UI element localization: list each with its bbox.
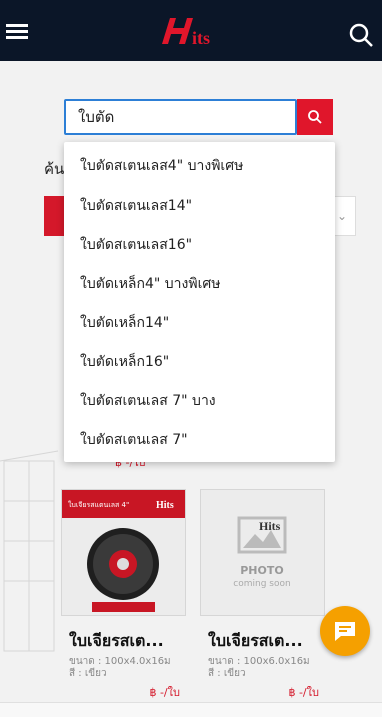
suggestion-item[interactable]: ใบตัดเหล็ก14" (80, 312, 169, 334)
search-icon[interactable] (348, 22, 374, 48)
product-image-label: ใบเจียรสแตนเลส 4" (68, 500, 129, 509)
chat-icon (335, 622, 355, 641)
placeholder-title: PHOTO (240, 564, 283, 577)
search-heading: ค้น (44, 160, 65, 178)
chevron-down-icon: ⌄ (336, 209, 347, 223)
suggestion-item[interactable]: ใบตัดสเตนเลส4" บางพิเศษ (80, 155, 243, 177)
autocomplete-dropdown: ใบตัดสเตนเลส4" บางพิเศษ ใบตัดสเตนเลส14" … (64, 142, 335, 462)
product-price: ฿ -/ใบ (288, 686, 319, 699)
product-image-brand: Hits (156, 500, 174, 511)
chat-button[interactable] (320, 606, 370, 656)
search-icon (308, 110, 322, 124)
product-name[interactable]: ใบเจียรสเต... (69, 629, 187, 654)
brand-logo[interactable]: its (160, 14, 226, 48)
suggestion-item[interactable]: ใบตัดสเตนเลส14" (80, 195, 192, 217)
search-box (64, 99, 297, 135)
product-color: สี : เขียว (208, 668, 246, 679)
product-color: สี : เขียว (69, 668, 107, 679)
top-bar: its (0, 0, 382, 61)
placeholder-subtitle: coming soon (233, 579, 290, 589)
product-card[interactable]: ใบเจียรสแตนเลส 4" Hits ใบเจียรสเต... ขนา… (61, 489, 186, 717)
suggestion-item[interactable]: ใบตัดสเตนเลส 7" (80, 429, 188, 451)
bottom-bar (0, 702, 382, 717)
hamburger-menu-icon[interactable] (6, 24, 28, 40)
suggestion-item[interactable]: ใบตัดสเตนเลส 7" บาง (80, 390, 216, 412)
product-image[interactable]: ใบเจียรสแตนเลส 4" Hits (61, 489, 186, 616)
filter-button[interactable] (44, 196, 66, 236)
suggestion-item[interactable]: ใบตัดเหล็ก16" (80, 351, 169, 373)
placeholder-brand: Hits (259, 519, 281, 533)
product-name[interactable]: ใบเจียรสเต... (208, 629, 326, 654)
building-illustration (0, 450, 59, 652)
suggestion-item[interactable]: ใบตัดเหล็ก4" บางพิเศษ (80, 273, 221, 295)
product-card[interactable]: Hits PHOTO coming soon ใบเจียรสเต... ขนา… (200, 489, 325, 717)
search-button[interactable] (297, 99, 333, 135)
svg-text:its: its (192, 28, 210, 48)
suggestion-item[interactable]: ใบตัดสเตนเลส16" (80, 234, 192, 256)
search-input[interactable] (66, 101, 295, 133)
product-price: ฿ -/ใบ (149, 686, 180, 699)
product-image-placeholder[interactable]: Hits PHOTO coming soon (200, 489, 325, 616)
